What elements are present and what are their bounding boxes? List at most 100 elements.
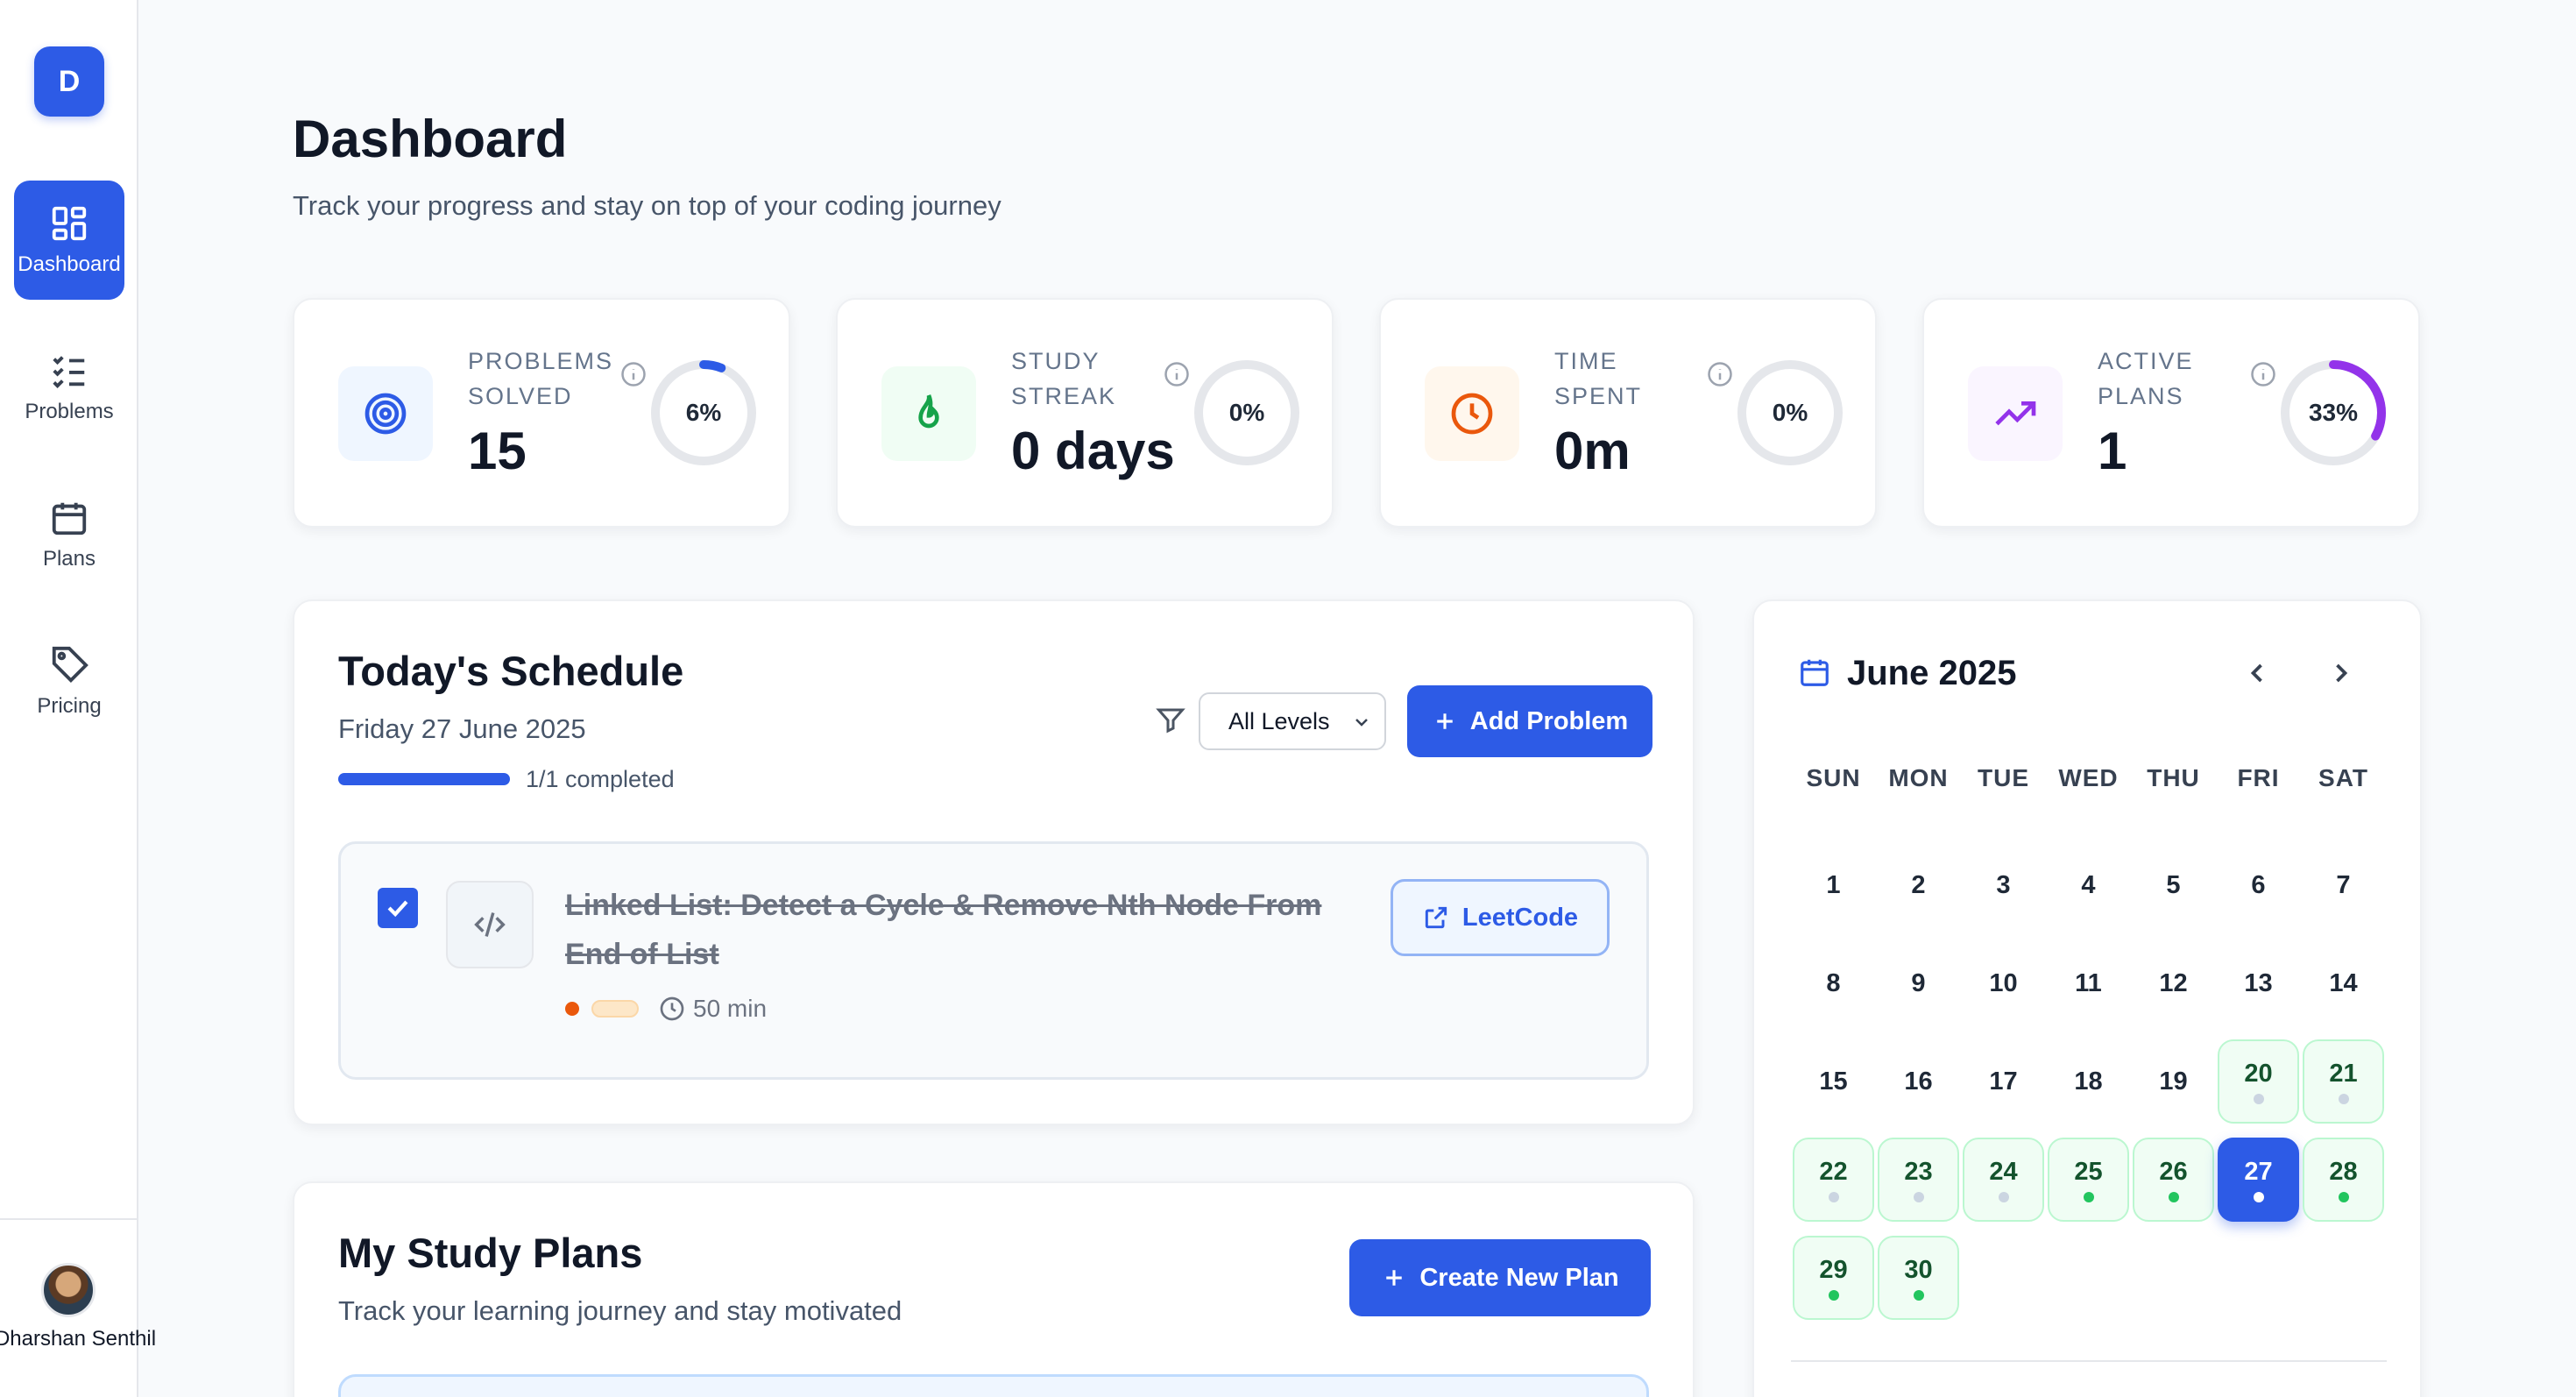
problem-time: 50 min [693,995,768,1022]
calendar-day[interactable]: 6 [2218,843,2299,927]
calendar-day-number: 10 [1989,968,2018,997]
create-new-plan-button[interactable]: Create New Plan [1349,1239,1651,1316]
sidebar-item-dashboard[interactable]: Dashboard [14,181,124,300]
stat-card-study-streak: Study Streak 0 days 0% [836,298,1334,528]
info-icon[interactable] [2250,361,2276,387]
info-icon[interactable] [1164,361,1190,387]
calendar-day-number: 22 [1819,1157,1848,1186]
todays-schedule-card: Today's Schedule Friday 27 June 2025 1/1… [293,599,1695,1125]
filter-icon [1156,708,1185,734]
chevron-left-icon[interactable] [2241,657,2273,689]
plans-title: My Study Plans [338,1230,643,1276]
plan-card[interactable] [338,1374,1649,1397]
calendar-day-number: 19 [2159,1067,2188,1096]
calendar-day[interactable]: 8 [1793,941,1874,1025]
calendar-day[interactable]: 14 [2303,941,2384,1025]
progress-percent: 33% [2308,399,2359,426]
leetcode-link-button[interactable]: LeetCode [1391,879,1610,956]
level-filter-select[interactable]: All Levels [1199,692,1386,750]
dashboard-grid-icon [52,206,87,241]
flame-icon [918,394,939,429]
calendar-day-number: 21 [2329,1059,2358,1088]
add-problem-label: Add Problem [1469,706,1629,735]
info-icon[interactable] [1707,361,1733,387]
calendar-day[interactable]: 7 [2303,843,2384,927]
calendar-day[interactable]: 29 [1793,1236,1874,1320]
calendar-day[interactable]: 11 [2048,941,2129,1025]
avatar[interactable] [41,1263,96,1317]
sidebar-item-plans[interactable]: Plans [14,475,124,594]
sidebar-item-pricing[interactable]: Pricing [14,622,124,741]
sidebar-item-label: Plans [42,547,96,571]
calendar-day[interactable]: 12 [2133,941,2214,1025]
stat-icon-box [1968,366,2063,461]
calendar-day[interactable]: 27 [2218,1138,2299,1222]
calendar-day-number: 6 [2251,870,2266,899]
calendar-day[interactable]: 30 [1878,1236,1959,1320]
calendar-day[interactable]: 19 [2133,1039,2214,1124]
stat-value: 0 days [1011,422,1175,480]
calendar-day[interactable]: 16 [1878,1039,1959,1124]
sidebar-item-problems[interactable]: Problems [14,328,124,447]
calendar-day-dot [2338,1093,2349,1104]
calendar-day[interactable]: 26 [2133,1138,2214,1222]
clock-icon [1451,393,1493,435]
problem-checkbox[interactable] [378,888,418,928]
clock-icon [660,996,684,1021]
app-logo[interactable]: D [34,46,104,117]
info-icon[interactable] [620,361,647,387]
weekday-label: SUN [1806,764,1861,791]
stat-card-problems-solved: Problems Solved 15 6% [293,298,790,528]
calendar-day-dot [2338,1191,2349,1202]
calendar-day[interactable]: 1 [1793,843,1874,927]
calendar-day[interactable]: 13 [2218,941,2299,1025]
sidebar-item-label: Pricing [37,694,102,718]
difficulty-dot [565,1002,579,1016]
add-problem-button[interactable]: Add Problem [1407,685,1652,757]
progress-ring: 0% [1735,358,1845,468]
chevron-down-icon [1355,719,1368,727]
check-icon [387,900,408,918]
code-icon [474,912,506,937]
calendar-day[interactable]: 22 [1793,1138,1874,1222]
calendar-day[interactable]: 9 [1878,941,1959,1025]
calendar-icon [52,502,87,535]
create-plan-label: Create New Plan [1419,1263,1619,1292]
calendar-day-dot [2083,1191,2094,1202]
tag-icon [52,646,88,683]
user-name: Dharshan Senthil [0,1327,157,1351]
calendar-day-number: 27 [2244,1157,2273,1186]
problem-title: Linked List: Detect a Cycle & Remove Nth… [565,889,1322,971]
calendar-day[interactable]: 20 [2218,1039,2299,1124]
progress-percent: 6% [685,399,722,426]
calendar-day[interactable]: 10 [1963,941,2044,1025]
plans-subtitle: Track your learning journey and stay mot… [338,1295,902,1326]
calendar-day-number: 20 [2244,1059,2273,1088]
calendar-day[interactable]: 4 [2048,843,2129,927]
calendar-icon [1801,659,1829,686]
calendar-day[interactable]: 21 [2303,1039,2384,1124]
calendar-day[interactable]: 23 [1878,1138,1959,1222]
calendar-day-dot [1828,1191,1839,1202]
calendar-day-number: 2 [1911,870,1926,899]
calendar-day[interactable]: 2 [1878,843,1959,927]
stat-label: Study Streak [1011,348,1117,409]
calendar-day-dot [2168,1191,2179,1202]
calendar-day[interactable]: 18 [2048,1039,2129,1124]
chevron-right-icon[interactable] [2325,657,2357,689]
calendar-day-number: 30 [1904,1255,1933,1284]
calendar-day[interactable]: 15 [1793,1039,1874,1124]
progress-ring: 33% [2278,358,2388,468]
calendar-day[interactable]: 3 [1963,843,2044,927]
calendar-day[interactable]: 5 [2133,843,2214,927]
page-title: Dashboard [293,110,568,168]
stat-value: 0m [1554,422,1631,480]
calendar-day[interactable]: 25 [2048,1138,2129,1222]
trending-up-icon [1995,401,2036,426]
calendar-day-number: 29 [1819,1255,1848,1284]
calendar-day[interactable]: 28 [2303,1138,2384,1222]
stat-card-active-plans: Active Plans 1 33% [1922,298,2420,528]
calendar-day[interactable]: 24 [1963,1138,2044,1222]
code-icon-box [446,881,534,968]
calendar-day[interactable]: 17 [1963,1039,2044,1124]
